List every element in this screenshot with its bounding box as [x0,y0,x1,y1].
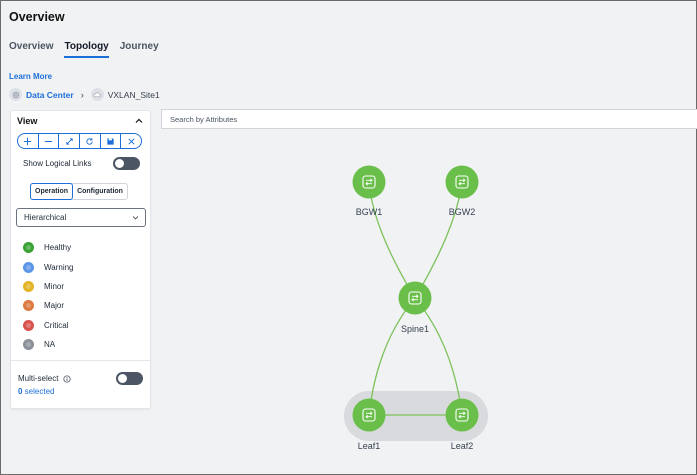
save-icon [107,137,114,145]
critical-status-icon [23,319,34,331]
legend-label: NA [44,340,56,350]
link-spine1-leaf2 [414,297,463,416]
selected-count-suffix: selected [22,387,55,396]
legend-label: Warning [44,262,74,272]
node-label: Leaf1 [358,441,381,451]
legend-item-minor: Minor [23,277,74,296]
legend-label: Minor [44,281,65,291]
page-title: Overview [9,10,65,24]
node-leaf2[interactable]: Leaf2 [445,398,479,452]
operation-mode-button[interactable]: Operation [30,183,74,200]
multi-select-toggle[interactable] [116,372,143,385]
na-status-icon [23,339,34,351]
healthy-status-icon [23,242,34,254]
topology-toolbar [17,133,142,149]
close-icon [128,137,135,145]
learn-more-link[interactable]: Learn More [9,72,52,81]
legend-label: Major [44,301,65,311]
panel-divider [11,360,150,361]
legend-item-healthy: Healthy [23,238,74,257]
link-bgw1-spine1 [368,181,416,299]
node-leaf1[interactable]: Leaf1 [352,398,386,452]
refresh-icon [86,137,93,145]
save-layout-button[interactable] [101,134,122,148]
fit-to-screen-icon [66,137,73,145]
chevron-down-icon [132,216,139,220]
fit-to-screen-button[interactable] [59,134,81,148]
node-bgw2[interactable]: BGW2 [445,165,479,218]
tab-bar: Overview Topology Journey [9,41,170,58]
cloud-icon [90,88,104,101]
breadcrumb-data-center[interactable]: Data Center [26,90,74,100]
selected-count: 0 selected [18,387,54,396]
zoom-out-icon [44,140,53,142]
multi-select-label: Multi-select [18,374,72,383]
multi-select-row: Multi-select [18,372,143,385]
layout-select-value: Hierarchical [24,213,67,222]
legend-item-na: NA [23,335,74,354]
tab-overview[interactable]: Overview [9,41,53,58]
view-panel-title: View [17,116,38,126]
link-bgw2-spine1 [414,181,463,299]
tab-journey[interactable]: Journey [120,41,159,58]
show-logical-links-toggle[interactable] [113,157,140,170]
node-label: BGW1 [356,207,383,217]
breadcrumb: Data Center › VXLAN_Site1 [9,88,160,101]
breadcrumb-site: VXLAN_Site1 [107,89,160,100]
view-panel: View Show Logical Links Operation Config… [10,110,151,409]
chevron-up-icon[interactable] [134,116,144,126]
health-legend: Healthy Warning Minor Major Critical NA [23,238,74,354]
legend-item-warning: Warning [23,257,74,276]
configuration-mode-button[interactable]: Configuration [73,184,127,199]
show-logical-links-row: Show Logical Links [23,157,140,170]
major-status-icon [23,300,34,312]
breadcrumb-separator: › [80,89,84,100]
link-spine1-leaf1 [368,297,416,416]
refresh-button[interactable] [80,134,101,148]
minor-status-icon [23,280,34,292]
warning-status-icon [23,261,34,273]
legend-item-critical: Critical [23,316,74,335]
info-icon[interactable] [63,374,72,383]
legend-label: Healthy [44,243,72,253]
node-label: Spine1 [401,324,429,334]
layout-select[interactable]: Hierarchical [16,208,146,227]
node-label: Leaf2 [451,441,474,451]
zoom-in-button[interactable] [18,134,39,148]
legend-label: Critical [44,320,69,330]
zoom-out-button[interactable] [39,134,60,148]
node-bgw1[interactable]: BGW1 [352,165,386,218]
mode-segmented-control: Operation Configuration [30,183,128,200]
search-input[interactable] [161,109,697,129]
tab-topology[interactable]: Topology [64,41,109,58]
node-spine1[interactable]: Spine1 [398,281,432,335]
node-label: BGW2 [449,207,476,217]
globe-icon [9,88,22,101]
zoom-in-icon [24,137,32,145]
show-logical-links-label: Show Logical Links [23,159,92,168]
multi-select-text: Multi-select [18,374,59,383]
close-view-button[interactable] [121,134,141,148]
legend-item-major: Major [23,296,74,315]
